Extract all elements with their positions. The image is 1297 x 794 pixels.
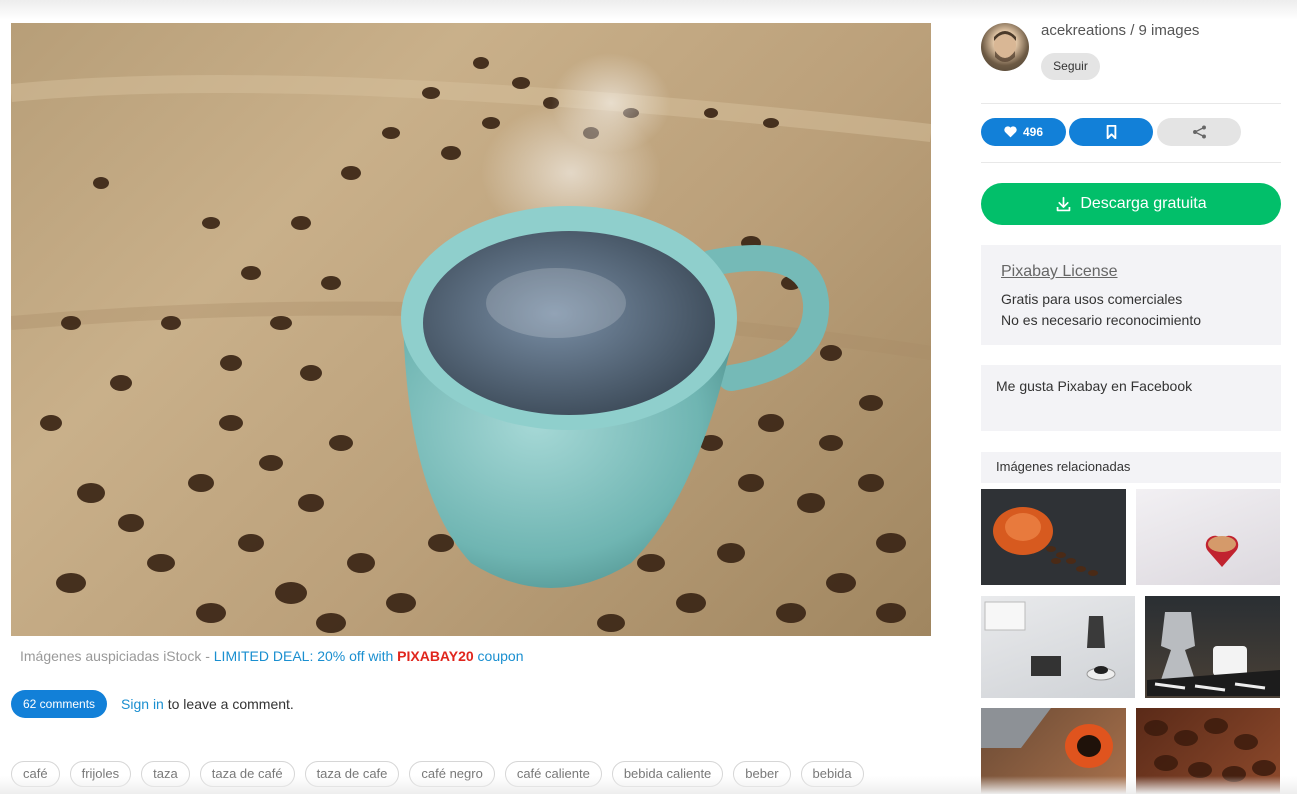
heart-icon — [1004, 126, 1017, 138]
license-line-attribution: No es necesario reconocimiento — [1001, 312, 1201, 328]
share-button[interactable] — [1157, 118, 1241, 146]
save-button[interactable] — [1069, 118, 1153, 146]
signin-rest: to leave a comment. — [163, 696, 294, 712]
download-button[interactable]: Descarga gratuita — [981, 183, 1281, 225]
signin-link[interactable]: Sign in — [121, 696, 164, 712]
sponsor-suffix[interactable]: coupon — [474, 648, 524, 664]
related-image-thumb[interactable] — [1145, 596, 1280, 698]
sponsor-prefix: Imágenes auspiciadas iStock - — [20, 648, 214, 664]
like-button[interactable]: 496 — [981, 118, 1066, 146]
coffee-cup-illustration — [11, 53, 931, 633]
related-images-heading: Imágenes relacionadas — [981, 452, 1281, 483]
bookmark-icon — [1106, 125, 1116, 139]
sponsor-code[interactable]: PIXABAY20 — [397, 648, 474, 664]
user-avatar[interactable] — [981, 23, 1029, 71]
thumb-heart-mug-art — [1205, 535, 1239, 567]
signin-prompt: Sign in to leave a comment. — [121, 696, 294, 712]
sponsored-line[interactable]: Imágenes auspiciadas iStock - LIMITED DE… — [20, 648, 524, 664]
download-label: Descarga gratuita — [1080, 195, 1207, 212]
bottom-scroll-fade — [0, 776, 1297, 794]
avatar-face-icon — [994, 31, 1016, 62]
thumb-cup-spill-art — [993, 507, 1098, 576]
follow-button[interactable]: Seguir — [1041, 53, 1100, 80]
divider — [981, 162, 1281, 163]
thumb-moka-pot-art — [1147, 612, 1280, 696]
main-photo[interactable] — [11, 23, 931, 636]
divider — [981, 103, 1281, 104]
related-image-thumb[interactable] — [981, 596, 1135, 698]
download-icon — [1057, 196, 1071, 211]
like-count: 496 — [1022, 125, 1044, 139]
facebook-like-box[interactable]: Me gusta Pixabay en Facebook — [981, 365, 1281, 431]
license-line-commercial: Gratis para usos comerciales — [1001, 291, 1183, 307]
comments-row: 62 comments Sign in to leave a comment. — [11, 690, 294, 718]
thumb-desk-coffee-art — [984, 601, 1116, 681]
sponsor-deal[interactable]: LIMITED DEAL: 20% off with — [214, 648, 397, 664]
related-image-thumb[interactable] — [981, 489, 1126, 585]
license-box: Pixabay License Gratis para usos comerci… — [981, 245, 1281, 345]
related-image-thumb[interactable] — [1136, 489, 1280, 585]
license-link[interactable]: Pixabay License — [1001, 263, 1261, 281]
share-icon — [1192, 125, 1206, 139]
username[interactable]: acekreations / 9 images — [1041, 22, 1199, 39]
top-bar-fade — [0, 0, 1297, 20]
comments-button[interactable]: 62 comments — [11, 690, 108, 718]
